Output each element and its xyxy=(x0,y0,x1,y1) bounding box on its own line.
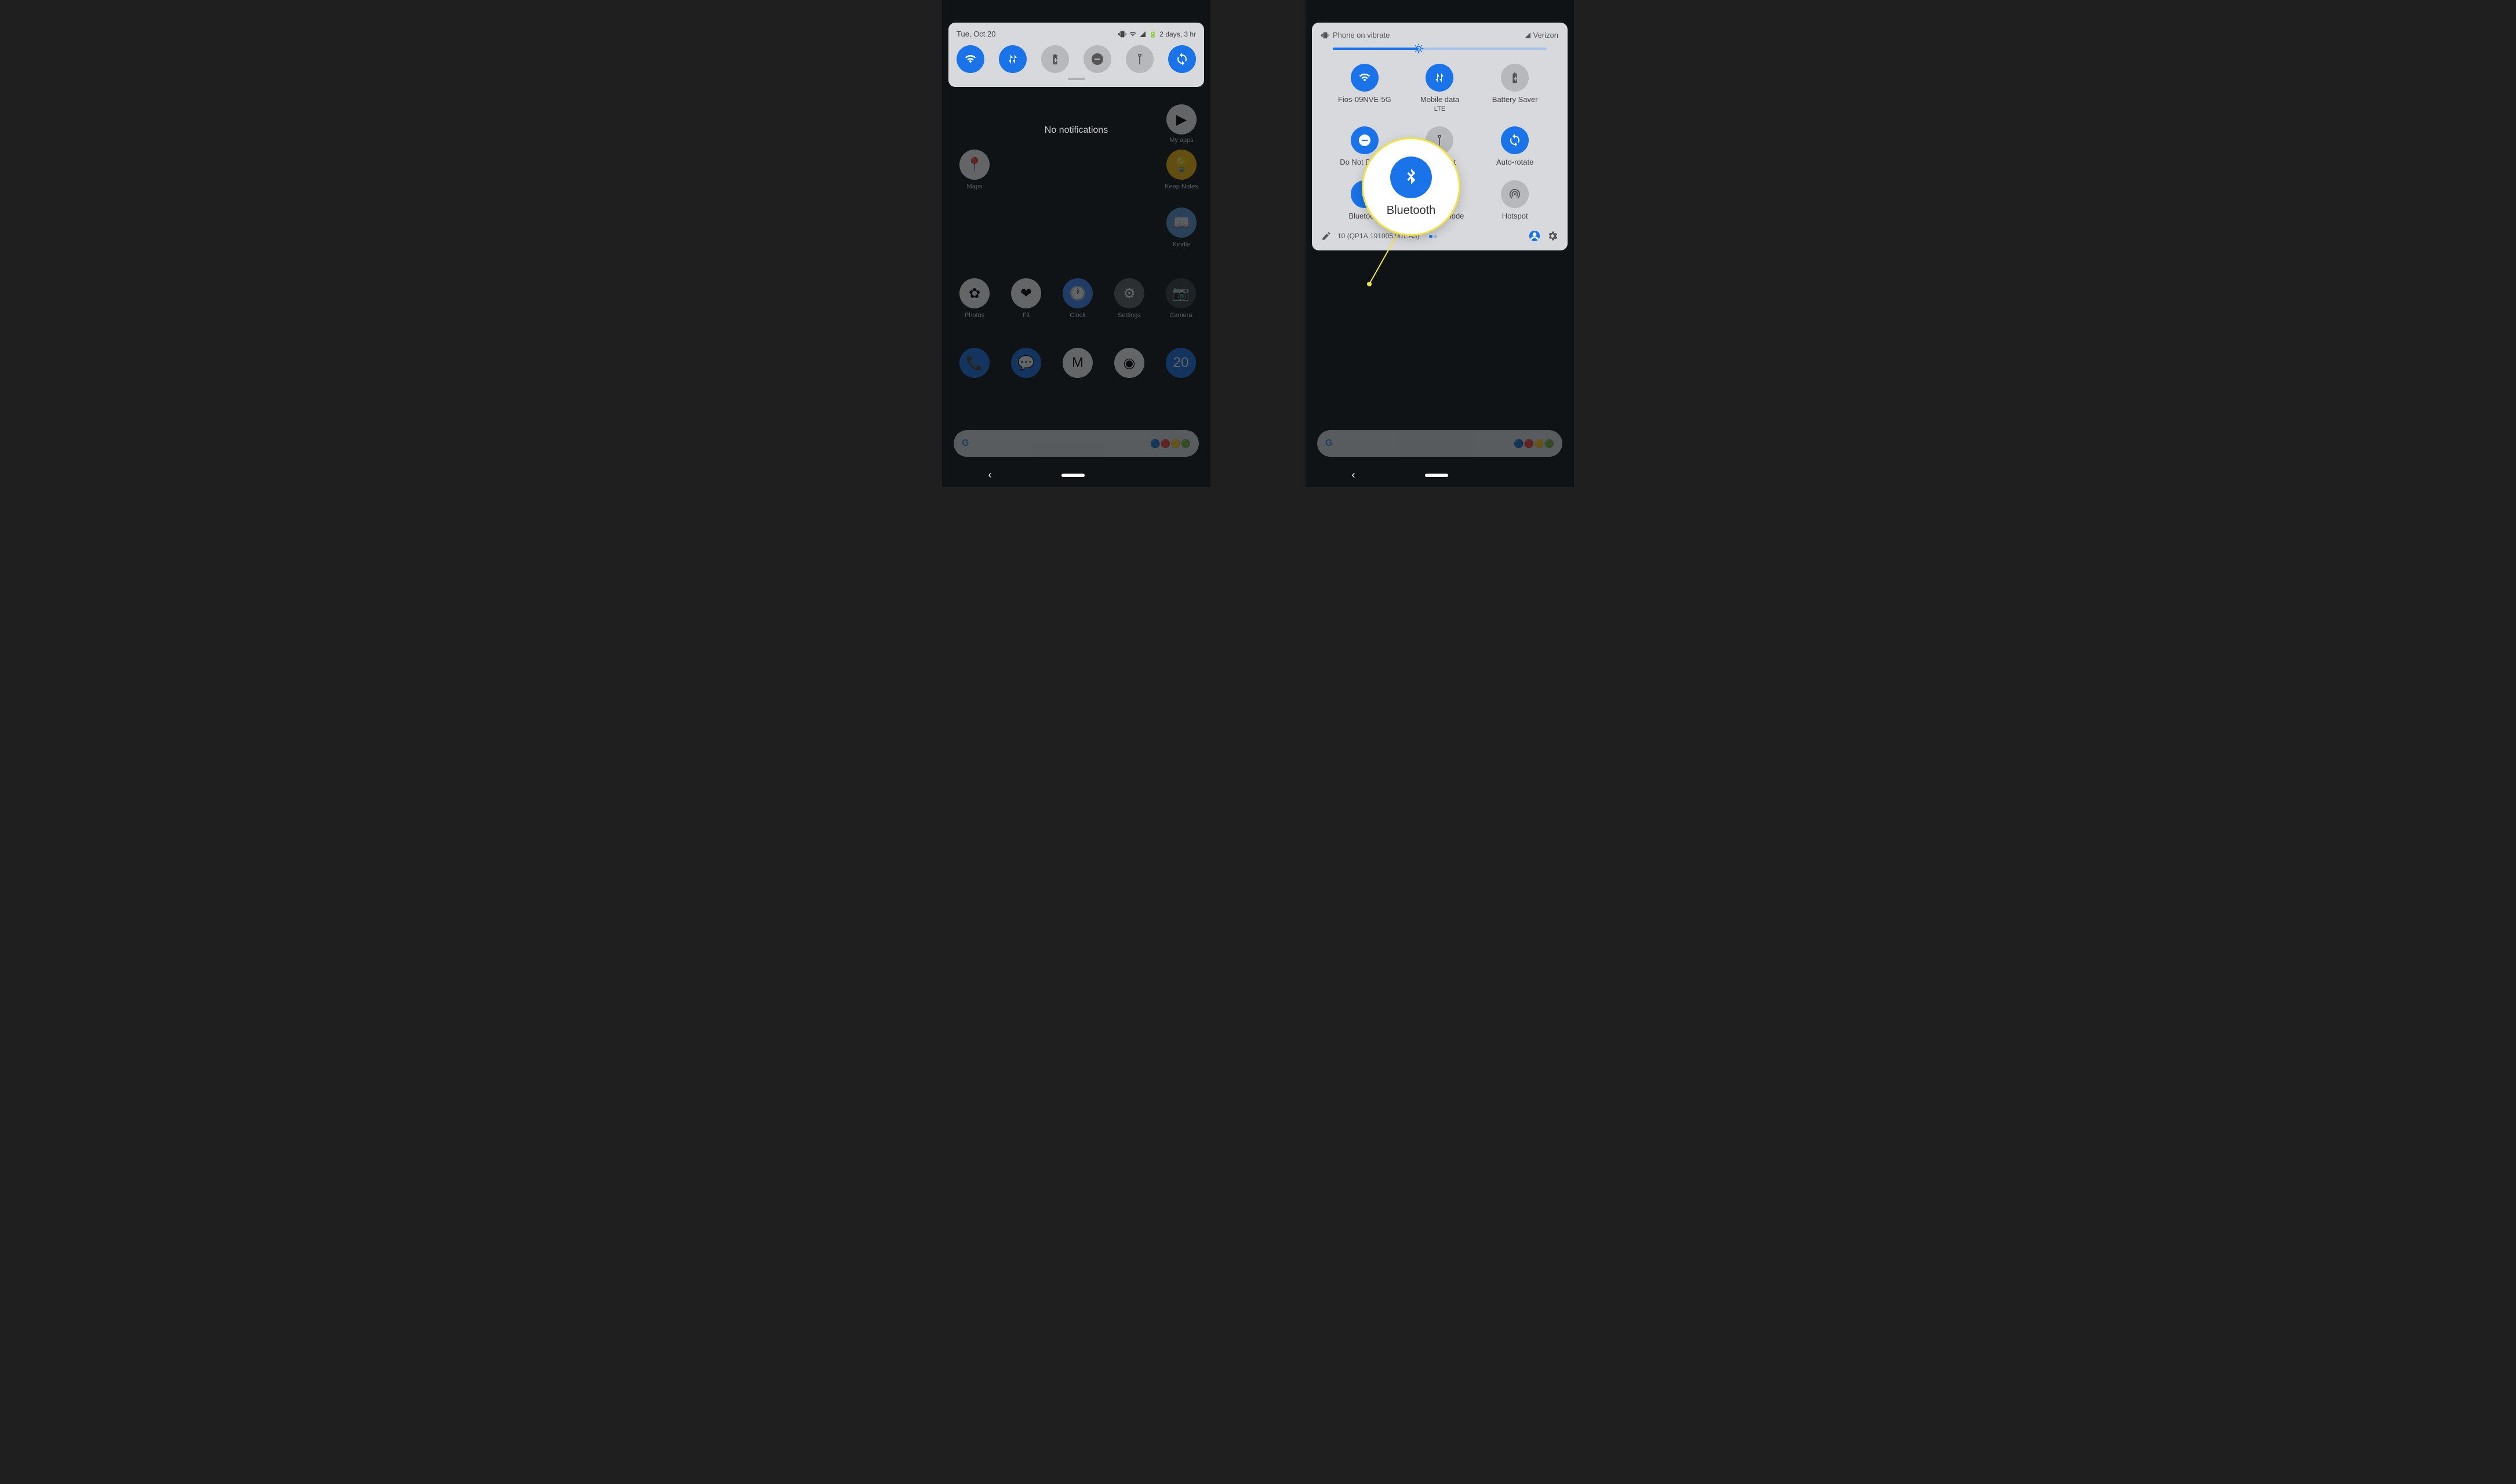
carrier-text: Verizon xyxy=(1533,31,1558,39)
hotspot-tile[interactable] xyxy=(1501,180,1529,208)
phone-right: G 🔵🔴🟡🟢 1:35 Phone on vibrate Verizon Fio… xyxy=(1306,0,1574,487)
chrome-app-icon: ◉ xyxy=(1114,348,1144,378)
my-apps-label: My apps xyxy=(1169,137,1194,144)
page-indicator[interactable] xyxy=(1428,232,1438,240)
signal-status-icon xyxy=(1524,32,1531,39)
mobile-data-tile[interactable] xyxy=(999,45,1027,73)
photos-label: Photos xyxy=(965,312,984,319)
hotspot-label: Hotspot xyxy=(1502,212,1528,220)
wifi-status-icon xyxy=(1129,30,1137,38)
battery-saver-tile[interactable] xyxy=(1501,64,1529,92)
keep-icon: 💡 xyxy=(1166,150,1197,180)
phone-app-icon: 📞 xyxy=(959,348,990,378)
battery-saver-tile[interactable] xyxy=(1041,45,1069,73)
quick-settings-collapsed[interactable]: Tue, Oct 20 🔋 2 days, 3 hr xyxy=(948,23,1204,87)
settings-label: Settings xyxy=(1118,312,1141,319)
clock-icon: 🕐 xyxy=(1063,278,1093,308)
kindle-label: Kindle xyxy=(1173,241,1191,248)
auto-rotate-tile[interactable] xyxy=(1168,45,1196,73)
settings-icon: ⚙ xyxy=(1114,278,1144,308)
maps-icon: 📍 xyxy=(959,150,990,180)
gear-icon[interactable] xyxy=(1547,230,1558,242)
wifi-tile[interactable] xyxy=(1351,64,1379,92)
fit-label: Fit xyxy=(1023,312,1030,319)
calendar-app-icon: 20 xyxy=(1166,348,1196,378)
gmail-app-icon: M xyxy=(1063,348,1093,378)
clock-label: Clock xyxy=(1070,312,1086,319)
bluetooth-callout-icon xyxy=(1390,157,1432,198)
brightness-thumb-icon[interactable] xyxy=(1413,43,1424,54)
status-icons: 🔋 2 days, 3 hr xyxy=(1118,30,1196,38)
wifi-label: Fios-09NVE-5G xyxy=(1338,95,1391,104)
search-bar[interactable]: G 🔵🔴🟡🟢 xyxy=(1317,430,1562,457)
assistant-icon: 🔵🔴🟡🟢 xyxy=(1150,439,1191,449)
dnd-tile[interactable] xyxy=(1351,126,1379,154)
mobile-data-label: Mobile dataLTE xyxy=(1420,95,1459,112)
bluetooth-callout-label: Bluetooth xyxy=(1387,204,1436,217)
phone-left: ▶ My apps 📍 Maps 💡 Keep Notes 📖 Kindle ✿… xyxy=(942,0,1210,487)
date-text: Tue, Oct 20 xyxy=(957,30,995,38)
dnd-tile[interactable] xyxy=(1084,45,1111,73)
messages-app-icon: 💬 xyxy=(1011,348,1041,378)
vibrate-icon xyxy=(1321,31,1329,39)
camera-label: Camera xyxy=(1169,312,1192,319)
vibrate-icon xyxy=(1118,30,1126,38)
google-logo-icon: G xyxy=(962,438,969,449)
quick-tiles-row xyxy=(957,45,1196,73)
fit-icon: ❤ xyxy=(1011,278,1041,308)
keep-label: Keep Notes xyxy=(1165,183,1198,190)
vibrate-text: Phone on vibrate xyxy=(1333,31,1390,39)
brightness-fill xyxy=(1333,48,1419,50)
search-bar[interactable]: G 🔵🔴🟡🟢 xyxy=(954,430,1199,457)
signal-status-icon xyxy=(1139,31,1146,38)
edit-icon[interactable] xyxy=(1321,231,1332,241)
battery-saver-label: Battery Saver xyxy=(1492,95,1538,104)
battery-text: 2 days, 3 hr xyxy=(1159,30,1196,38)
flashlight-tile[interactable] xyxy=(1126,45,1154,73)
photos-icon: ✿ xyxy=(959,278,990,308)
brightness-slider[interactable] xyxy=(1333,48,1547,50)
kindle-icon: 📖 xyxy=(1166,208,1197,238)
auto-rotate-tile[interactable] xyxy=(1501,126,1529,154)
user-icon[interactable] xyxy=(1528,230,1541,242)
assistant-icon: 🔵🔴🟡🟢 xyxy=(1514,439,1554,449)
auto-rotate-label: Auto-rotate xyxy=(1496,158,1533,166)
bluetooth-callout: Bluetooth xyxy=(1364,139,1459,234)
maps-label: Maps xyxy=(967,183,983,190)
mobile-data-tile[interactable] xyxy=(1426,64,1453,92)
camera-icon: 📷 xyxy=(1166,278,1196,308)
no-notifications-text: No notifications xyxy=(942,125,1210,136)
google-logo-icon: G xyxy=(1325,438,1332,449)
wifi-tile[interactable] xyxy=(957,45,984,73)
panel-drag-handle[interactable] xyxy=(1068,78,1085,80)
qs-footer: 10 (QP1A.191005.007.A3) xyxy=(1321,230,1558,242)
